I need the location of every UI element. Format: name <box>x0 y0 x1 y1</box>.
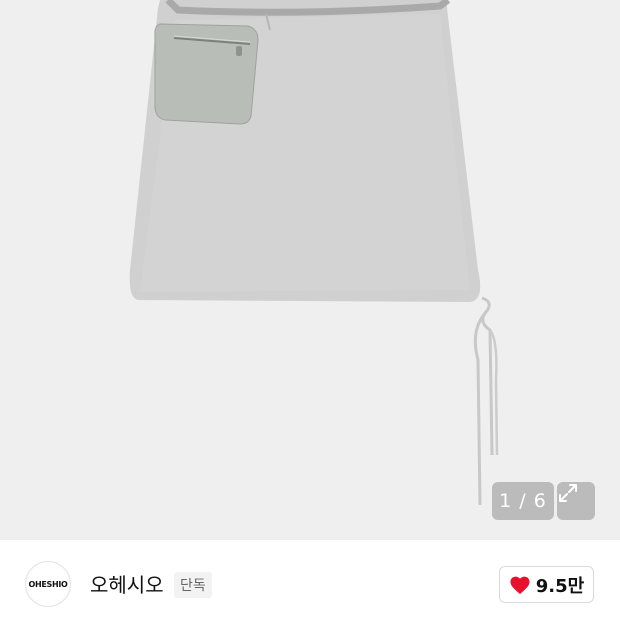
brand-logo[interactable]: OHESHIO <box>25 561 71 607</box>
product-skirt-image <box>129 0 499 506</box>
like-count: 9.5만 <box>535 575 585 597</box>
brand-logo-text: OHESHIO <box>28 579 68 589</box>
product-image-gallery[interactable]: 1 / 6 <box>0 0 620 540</box>
expand-button[interactable] <box>557 482 595 520</box>
like-button[interactable]: 9.5만 <box>499 566 594 603</box>
heart-icon <box>510 576 530 594</box>
exclusive-badge: 단독 <box>174 572 212 598</box>
expand-arrows-icon <box>559 484 577 502</box>
image-counter: 1 / 6 <box>492 482 554 520</box>
image-counter-text: 1 / 6 <box>499 490 547 512</box>
brand-name[interactable]: 오헤시오 <box>90 569 164 598</box>
